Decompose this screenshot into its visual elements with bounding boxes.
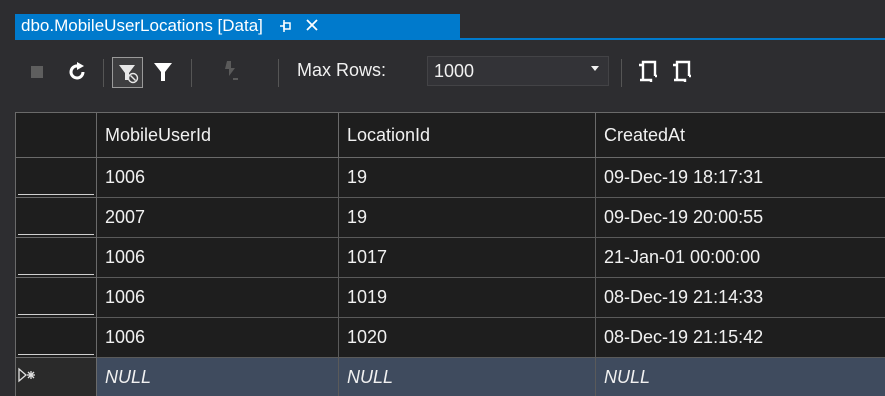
table-row[interactable]: 1006 1017 21-Jan-01 00:00:00: [15, 237, 885, 278]
cell-mobileuserid[interactable]: 1006: [96, 317, 339, 358]
document-tab-strip: dbo.MobileUserLocations [Data]: [0, 0, 885, 38]
data-grid[interactable]: MobileUserId LocationId CreatedAt 1006 1…: [15, 112, 885, 396]
max-rows-select[interactable]: 1000: [427, 56, 609, 86]
max-rows-value: 1000: [434, 60, 475, 81]
data-toolbar: Max Rows: 1000: [15, 40, 885, 105]
refresh-icon[interactable]: [65, 60, 89, 84]
table-row[interactable]: 1006 19 09-Dec-19 18:17:31: [15, 157, 885, 198]
column-header-mobileuserid[interactable]: MobileUserId: [96, 112, 339, 158]
chevron-down-icon[interactable]: [590, 63, 600, 75]
row-header[interactable]: [15, 237, 97, 278]
close-icon[interactable]: [305, 17, 319, 36]
toolbar-separator: [278, 59, 279, 87]
new-row-header[interactable]: [15, 357, 97, 396]
row-header[interactable]: [15, 197, 97, 238]
cell-createdat[interactable]: 09-Dec-19 18:17:31: [595, 157, 885, 198]
cell-createdat[interactable]: 21-Jan-01 00:00:00: [595, 237, 885, 278]
select-all-cell[interactable]: [15, 112, 97, 158]
cell-createdat[interactable]: NULL: [595, 357, 885, 396]
cell-createdat[interactable]: 09-Dec-19 20:00:55: [595, 197, 885, 238]
cell-locationid[interactable]: 1017: [338, 237, 596, 278]
pin-icon[interactable]: [279, 19, 293, 33]
cell-mobileuserid[interactable]: 1006: [96, 237, 339, 278]
tab-title: dbo.MobileUserLocations [Data]: [21, 16, 263, 35]
script-select-icon[interactable]: [669, 58, 695, 86]
table-row[interactable]: 2007 19 09-Dec-19 20:00:55: [15, 197, 885, 238]
column-header-createdat[interactable]: CreatedAt: [595, 112, 885, 158]
cell-locationid[interactable]: 1019: [338, 277, 596, 318]
new-row-icon: [17, 367, 39, 386]
filter-icon[interactable]: [151, 60, 175, 84]
cell-mobileuserid[interactable]: 2007: [96, 197, 339, 238]
header-row: MobileUserId LocationId CreatedAt: [15, 112, 885, 158]
toolbar-separator: [621, 59, 622, 87]
cell-locationid[interactable]: NULL: [338, 357, 596, 396]
cell-createdat[interactable]: 08-Dec-19 21:15:42: [595, 317, 885, 358]
cell-mobileuserid[interactable]: 1006: [96, 157, 339, 198]
cell-locationid[interactable]: 19: [338, 157, 596, 198]
stop-icon[interactable]: [29, 64, 45, 80]
table-row[interactable]: 1006 1020 08-Dec-19 21:15:42: [15, 317, 885, 358]
toolbar-separator: [191, 59, 192, 87]
cell-locationid[interactable]: 19: [338, 197, 596, 238]
script-icon[interactable]: [220, 58, 242, 86]
table-row[interactable]: 1006 1019 08-Dec-19 21:14:33: [15, 277, 885, 318]
cell-locationid[interactable]: 1020: [338, 317, 596, 358]
document-tab[interactable]: dbo.MobileUserLocations [Data]: [15, 14, 460, 38]
column-header-locationid[interactable]: LocationId: [338, 112, 596, 158]
row-header[interactable]: [15, 317, 97, 358]
cell-mobileuserid[interactable]: NULL: [96, 357, 339, 396]
script-insert-icon[interactable]: [635, 58, 661, 86]
filter-clear-icon[interactable]: [112, 57, 143, 88]
new-row[interactable]: NULL NULL NULL: [15, 357, 885, 396]
cell-mobileuserid[interactable]: 1006: [96, 277, 339, 318]
row-header[interactable]: [15, 277, 97, 318]
results-table: MobileUserId LocationId CreatedAt 1006 1…: [15, 112, 885, 396]
toolbar-separator: [103, 59, 104, 87]
cell-createdat[interactable]: 08-Dec-19 21:14:33: [595, 277, 885, 318]
row-header[interactable]: [15, 157, 97, 198]
max-rows-label: Max Rows:: [297, 60, 387, 80]
